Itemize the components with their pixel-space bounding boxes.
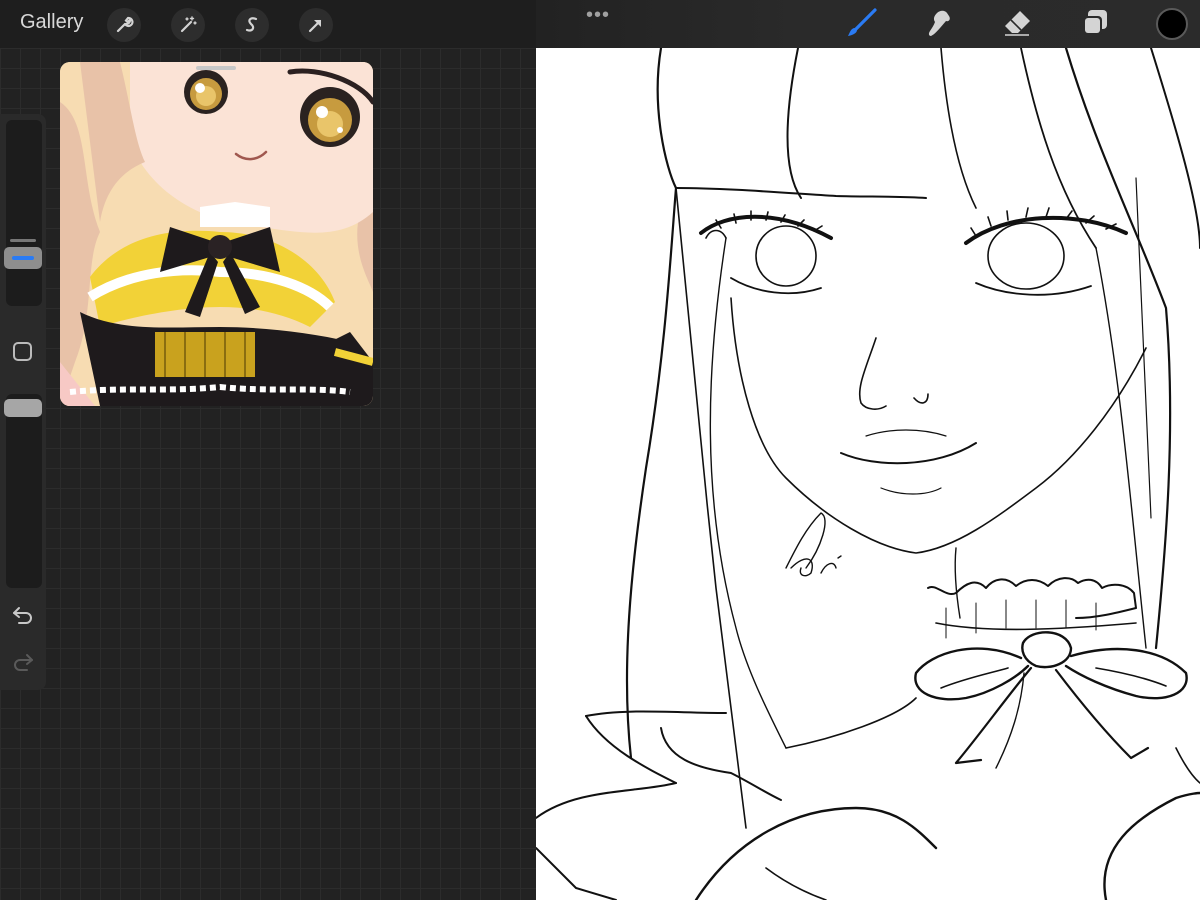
more-options-button[interactable]: ••• (586, 4, 610, 27)
modify-square-button[interactable] (13, 342, 32, 361)
sidebar (0, 114, 46, 690)
smudge-tool-button[interactable] (922, 8, 956, 42)
wrench-icon (114, 15, 134, 35)
selection-s-icon (242, 15, 262, 35)
size-handle-accent (12, 256, 34, 260)
transform-button[interactable] (299, 8, 333, 42)
opacity-slider[interactable] (6, 394, 42, 588)
reference-drag-handle[interactable] (196, 66, 236, 70)
opacity-handle[interactable] (4, 399, 42, 417)
reference-chibi-illustration (60, 62, 373, 406)
undo-button[interactable] (11, 602, 35, 631)
drawing-canvas[interactable] (536, 48, 1200, 900)
reference-image-panel[interactable] (60, 62, 373, 406)
brush-size-slider[interactable] (6, 120, 42, 306)
gallery-button[interactable]: Gallery (20, 11, 83, 34)
smudge-icon (923, 7, 955, 44)
eraser-icon (1001, 7, 1033, 44)
actions-button[interactable] (107, 8, 141, 42)
redo-arrow-icon (11, 654, 35, 677)
brush-size-handle[interactable] (4, 247, 42, 269)
layers-button[interactable] (1078, 8, 1112, 42)
redo-button[interactable] (11, 649, 35, 678)
top-toolbar: Gallery ••• (0, 0, 1200, 48)
adjustments-button[interactable] (171, 8, 205, 42)
lineart-drawing (536, 48, 1200, 900)
color-picker-button[interactable] (1156, 8, 1188, 40)
erase-tool-button[interactable] (1000, 8, 1034, 42)
paint-tool-button[interactable] (845, 7, 879, 44)
undo-arrow-icon (11, 607, 35, 630)
size-slider-marker (10, 239, 36, 242)
layers-icon (1079, 7, 1111, 44)
transform-arrow-icon (306, 15, 326, 35)
brush-icon (846, 7, 878, 44)
selection-button[interactable] (235, 8, 269, 42)
magic-wand-icon (178, 15, 198, 35)
